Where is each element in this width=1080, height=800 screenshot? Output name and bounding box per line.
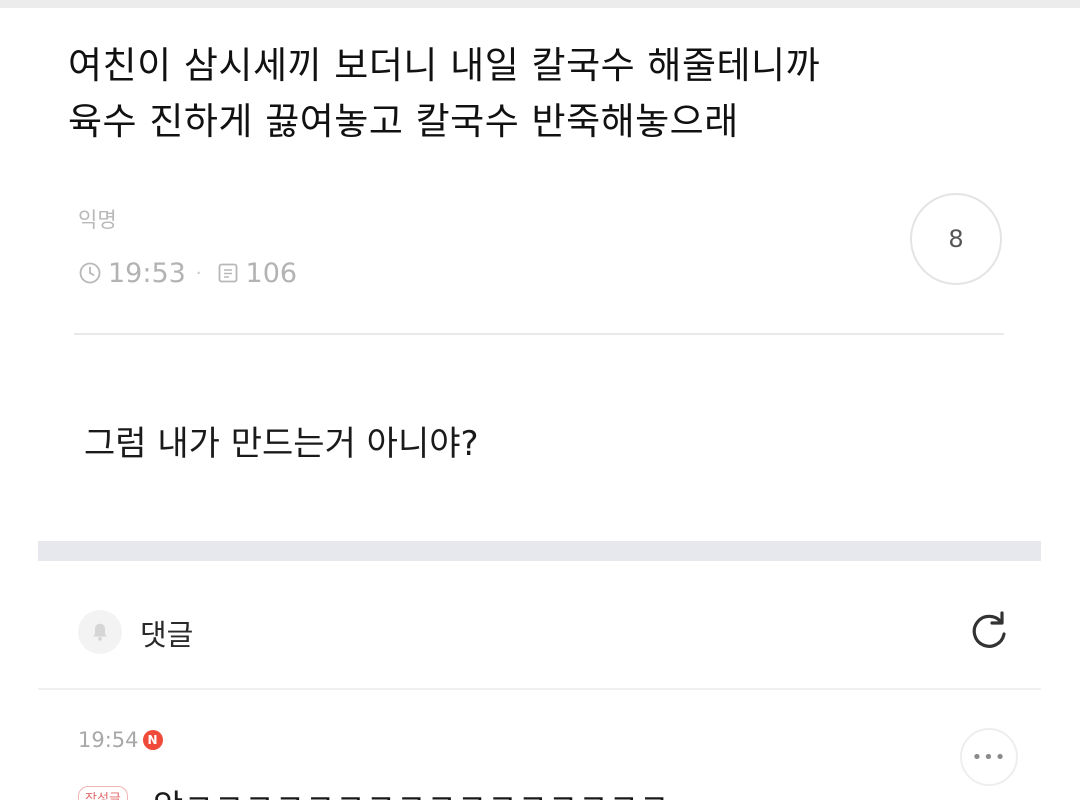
- refresh-button[interactable]: [963, 606, 1015, 658]
- clock-icon: [78, 261, 102, 285]
- post-title-line-1: 여친이 삼시세끼 보더니 내일 칼국수 해줄테니까: [68, 44, 821, 87]
- comments-label: 댓글: [140, 618, 194, 652]
- more-icon: •••: [971, 746, 1007, 768]
- document-icon: [216, 261, 240, 285]
- comment-time: 19:54: [78, 728, 139, 752]
- section-band: [38, 541, 1041, 561]
- writer-badge: 작성글: [78, 786, 128, 800]
- comments-divider: [38, 688, 1041, 690]
- top-border: [0, 0, 1080, 8]
- like-count: 8: [948, 225, 964, 253]
- post-card: 여친이 삼시세끼 보더니 내일 칼국수 해줄테니까 육수 진하게 끓여놓고 칼국…: [38, 8, 1041, 800]
- new-badge: N: [142, 730, 163, 750]
- post-screen: 여친이 삼시세끼 보더니 내일 칼국수 해줄테니까 육수 진하게 끓여놓고 칼국…: [0, 0, 1080, 800]
- post-author: 익명: [78, 208, 117, 232]
- post-time: 19:53: [108, 257, 186, 289]
- post-title: 여친이 삼시세끼 보더니 내일 칼국수 해줄테니까 육수 진하게 끓여놓고 칼국…: [68, 38, 1028, 150]
- post-body: 그럼 내가 만드는거 아니야?: [84, 424, 479, 464]
- comments-header: 댓글: [78, 604, 1018, 660]
- comment-item: 19:54 N ••• 작성글 앜ㅋㅋㅋㅋㅋㅋㅋㅋㅋㅋㅋㅋㅋㅋㅋㅋ: [78, 728, 1018, 800]
- divider: [74, 333, 1004, 335]
- refresh-icon: [972, 611, 1006, 648]
- comment-meta: 19:54 N: [78, 728, 163, 752]
- post-views: 106: [245, 257, 298, 289]
- meta-separator: ·: [195, 262, 202, 284]
- comment-text: 앜ㅋㅋㅋㅋㅋㅋㅋㅋㅋㅋㅋㅋㅋㅋㅋㅋ: [153, 780, 669, 800]
- post-meta: 19:53 · 106: [78, 253, 297, 293]
- bell-icon[interactable]: [78, 610, 122, 654]
- like-button[interactable]: 8: [910, 193, 1002, 285]
- more-options-button[interactable]: •••: [960, 728, 1018, 786]
- post-title-line-2: 육수 진하게 끓여놓고 칼국수 반죽해놓으래: [68, 100, 739, 143]
